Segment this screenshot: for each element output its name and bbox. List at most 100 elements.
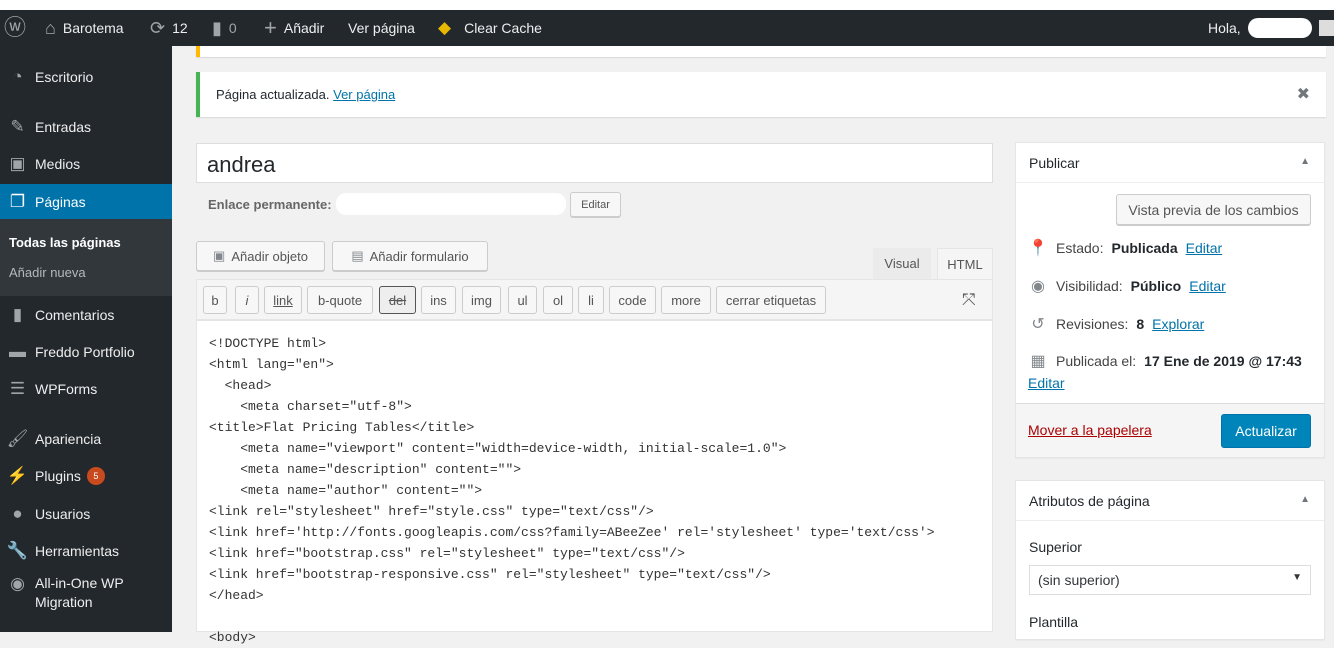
submenu-all-pages[interactable]: Todas las páginas — [9, 235, 121, 250]
wrench-icon: 🔧 — [6, 541, 29, 560]
quicktag-b-button[interactable]: b — [203, 286, 227, 314]
plugin-updates-badge: 5 — [86, 467, 105, 485]
revisions-row: ↺ Revisiones: 8 Explorar — [1028, 314, 1204, 334]
wp-logo-button[interactable]: ⓦ — [4, 10, 26, 46]
pin-icon: ✎ — [10, 117, 25, 136]
sidebar-item-paginas[interactable]: ❐ Páginas — [0, 184, 172, 219]
warning-notice — [196, 46, 1326, 57]
quicktag-img-button[interactable]: img — [462, 286, 501, 314]
dismiss-icon[interactable]: ✖ — [1297, 84, 1310, 104]
collapse-arrow-icon[interactable]: ▲ — [1300, 156, 1310, 167]
visibility-row: ◉ Visibilidad: Público Editar — [1028, 276, 1226, 296]
update-button[interactable]: Actualizar — [1221, 414, 1311, 448]
edit-permalink-button[interactable]: Editar — [570, 192, 621, 217]
fullscreen-icon[interactable]: ⤧ — [962, 290, 976, 310]
tab-visual[interactable]: Visual — [873, 248, 931, 279]
quicktag-del-button[interactable]: del — [379, 286, 416, 314]
quicktag-link-button[interactable]: link — [264, 286, 302, 314]
admin-sidebar: ◔ Escritorio ✎ Entradas ▣ Medios ❐ Páginas T… — [0, 46, 172, 632]
folder-icon: ▬ — [9, 342, 26, 361]
sidebar-item-medios[interactable]: ▣ Medios — [0, 146, 172, 182]
refresh-icon: ⟳ — [150, 18, 166, 38]
quicktag-i-button[interactable]: i — [235, 286, 259, 314]
cache-plugin-icon: ◆ — [438, 18, 452, 37]
quicktag-ul-button[interactable]: ul — [508, 286, 537, 314]
status-row: 📍 Estado: Publicada Editar — [1028, 240, 1223, 257]
update-notice: Página actualizada. Ver página ✖ — [196, 72, 1326, 117]
comment-icon: ▮ — [12, 305, 23, 324]
pages-icon: ❐ — [9, 191, 26, 211]
quicktag-ins-button[interactable]: ins — [421, 286, 456, 314]
quicktag-more-button[interactable]: more — [661, 286, 711, 314]
sidebar-item-usuarios[interactable]: ● Usuarios — [0, 496, 172, 532]
published-date-row: ▦ Publicada el: 17 Ene de 2019 @ 17:43 — [1028, 351, 1301, 371]
brush-icon: 🖌 — [6, 429, 29, 448]
add-new-link[interactable]: + Añadir — [264, 10, 324, 46]
parent-select[interactable]: (sin superior) ▼ — [1029, 565, 1311, 595]
view-page-link[interactable]: Ver página — [348, 10, 415, 46]
my-account-link[interactable]: Hola, — [1208, 10, 1334, 46]
quicktag-li-button[interactable]: li — [578, 286, 604, 314]
pages-submenu: Todas las páginas Añadir nueva — [0, 219, 172, 296]
pin-icon: 📍 — [1028, 240, 1048, 257]
chevron-down-icon: ▼ — [1292, 572, 1302, 583]
avatar — [1318, 20, 1334, 36]
quicktag-cerrar-etiquetas-button[interactable]: cerrar etiquetas — [716, 286, 826, 314]
clear-cache-link[interactable]: ◆ Clear Cache — [438, 10, 542, 46]
preview-changes-button[interactable]: Vista previa de los cambios — [1116, 194, 1311, 225]
home-icon: ⌂ — [45, 18, 56, 38]
wordpress-icon: ⓦ — [4, 15, 27, 40]
quicktag-code-button[interactable]: code — [609, 286, 656, 314]
form-icon: ▤ — [351, 248, 364, 263]
explore-revisions-link[interactable]: Explorar — [1152, 316, 1204, 332]
admin-bar: ⓦ ⌂ Barotema ⟳ 12 ▮ 0 + Añadir Ver página ◆ C… — [0, 10, 1334, 46]
comment-icon: ▮ — [212, 18, 222, 38]
sidebar-item-escritorio[interactable]: ◔ Escritorio — [0, 59, 172, 95]
sidebar-item-all-in-one-migration[interactable]: ◉ All-in-One WP Migration — [0, 574, 172, 618]
publish-box: Publicar ▲ Vista previa de los cambios 📍 E… — [1015, 142, 1325, 458]
permalink-label: Enlace permanente: — [208, 197, 332, 212]
form-icon: ☰ — [9, 379, 26, 398]
quicktag-b-quote-button[interactable]: b-quote — [307, 286, 373, 314]
eye-icon: ◉ — [1031, 278, 1045, 295]
page-attributes-box: Atributos de página ▲ Superior (sin super… — [1015, 480, 1325, 640]
parent-label: Superior — [1029, 539, 1082, 555]
sidebar-item-apariencia[interactable]: 🖌 Apariencia — [0, 421, 172, 457]
quicktag-ol-button[interactable]: ol — [543, 286, 573, 314]
media-icon: ▣ — [213, 248, 226, 263]
edit-visibility-link[interactable]: Editar — [1189, 278, 1226, 294]
calendar-icon: ▦ — [1030, 353, 1046, 370]
edit-status-link[interactable]: Editar — [1186, 240, 1223, 256]
plugin-icon: ⚡ — [6, 466, 29, 485]
migration-icon: ◉ — [10, 574, 25, 593]
sidebar-item-wpforms[interactable]: ☰ WPForms — [0, 371, 172, 407]
site-name-link[interactable]: ⌂ Barotema — [45, 10, 124, 46]
publish-actions: Mover a la papelera Actualizar — [1016, 403, 1324, 457]
comments-link[interactable]: ▮ 0 — [212, 10, 237, 46]
attributes-title: Atributos de página ▲ — [1016, 481, 1324, 521]
add-media-button[interactable]: ▣ Añadir objeto — [196, 241, 325, 271]
submenu-add-new[interactable]: Añadir nueva — [9, 265, 86, 280]
top-strip — [0, 0, 1334, 10]
history-icon: ↺ — [1031, 316, 1045, 333]
dashboard-icon: ◔ — [12, 67, 23, 86]
redacted-username — [1247, 18, 1312, 38]
collapse-arrow-icon[interactable]: ▲ — [1300, 494, 1310, 505]
code-editor[interactable]: <!DOCTYPE html> <html lang="en"> <head> … — [196, 320, 993, 645]
media-icon: ▣ — [9, 154, 26, 173]
sidebar-item-herramientas[interactable]: 🔧 Herramientas — [0, 533, 172, 569]
add-form-button[interactable]: ▤ Añadir formulario — [332, 241, 488, 271]
tab-html[interactable]: HTML — [937, 248, 993, 280]
sidebar-item-entradas[interactable]: ✎ Entradas — [0, 109, 172, 145]
plus-icon: + — [264, 15, 277, 40]
updates-link[interactable]: ⟳ 12 — [150, 10, 188, 46]
title-input[interactable]: andrea — [196, 143, 993, 183]
trash-link[interactable]: Mover a la papelera — [1028, 422, 1152, 438]
edit-date-link[interactable]: Editar — [1028, 375, 1065, 391]
user-icon: ● — [12, 504, 23, 523]
sidebar-item-freddo-portfolio[interactable]: ▬ Freddo Portfolio — [0, 334, 172, 370]
sidebar-item-plugins[interactable]: ⚡ Plugins 5 — [0, 458, 172, 494]
sidebar-item-comentarios[interactable]: ▮ Comentarios — [0, 297, 172, 333]
view-page-link[interactable]: Ver página — [333, 87, 395, 102]
publish-title: Publicar ▲ — [1016, 143, 1324, 183]
